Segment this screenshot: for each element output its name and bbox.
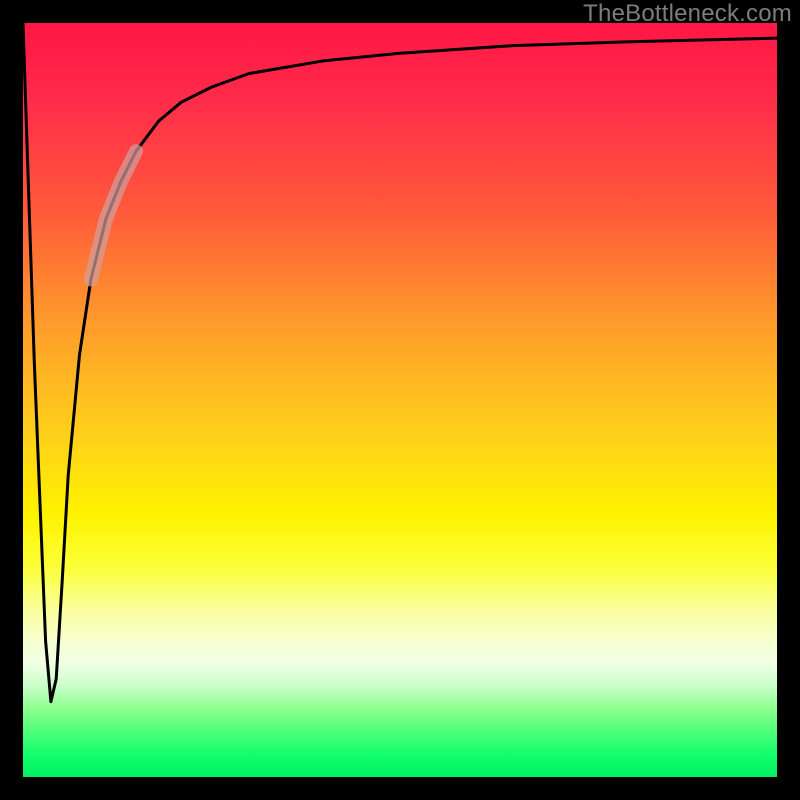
curve-svg [23, 23, 777, 777]
plot-area [23, 23, 777, 777]
curve-highlight [91, 151, 136, 279]
chart-frame: TheBottleneck.com [0, 0, 800, 800]
bottleneck-curve [23, 23, 777, 702]
watermark-label: TheBottleneck.com [583, 0, 792, 28]
